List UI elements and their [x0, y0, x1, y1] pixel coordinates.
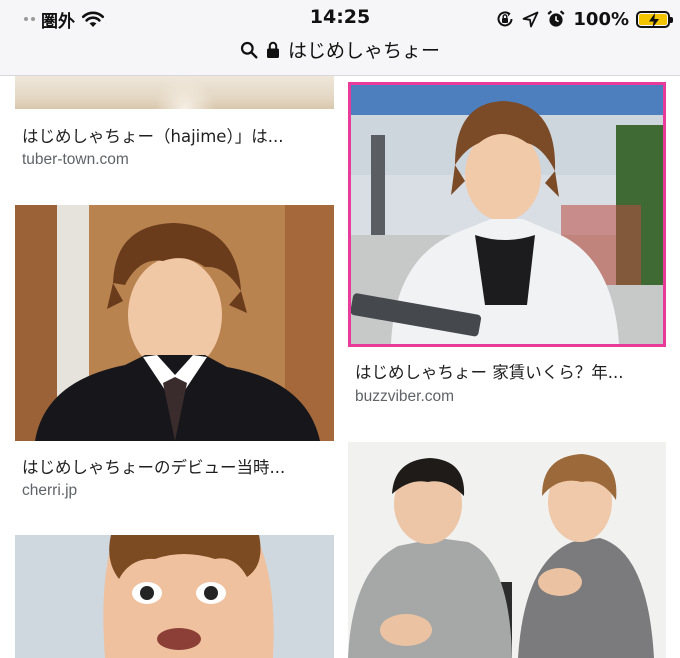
result-image-highlighted[interactable] — [348, 82, 666, 347]
result-domain[interactable]: tuber-town.com — [22, 151, 129, 169]
lock-icon — [266, 41, 279, 58]
battery-charging-icon — [636, 10, 673, 28]
search-query[interactable]: はじめしゃちょー — [288, 36, 440, 63]
alarm-clock-icon — [547, 10, 565, 27]
browser-top-bar: 圏外 14:25 100% はじめしゃちょー — [0, 0, 680, 76]
battery-percent: 100% — [573, 8, 629, 30]
result-image-face[interactable] — [15, 535, 334, 658]
image-results-grid: はじめしゃちょー（hajime）」は... tuber-town.com はじめ… — [0, 76, 680, 658]
result-title[interactable]: はじめしゃちょーのデビュー当時... — [22, 454, 322, 478]
result-title[interactable]: はじめしゃちょー（hajime）」は... — [22, 123, 322, 147]
result-image-duo[interactable] — [348, 442, 666, 658]
result-image-suit[interactable] — [15, 205, 334, 441]
result-image-sofa[interactable] — [15, 76, 334, 109]
result-domain[interactable]: cherri.jp — [22, 482, 77, 500]
status-bar-right: 100% — [495, 6, 673, 32]
address-bar[interactable]: はじめしゃちょー — [0, 36, 680, 63]
location-arrow-icon — [522, 11, 539, 27]
orientation-lock-icon — [497, 11, 513, 27]
result-title[interactable]: はじめしゃちょー 家賃いくら？年... — [355, 359, 655, 383]
result-domain[interactable]: buzzviber.com — [355, 388, 454, 406]
search-icon — [240, 41, 258, 58]
